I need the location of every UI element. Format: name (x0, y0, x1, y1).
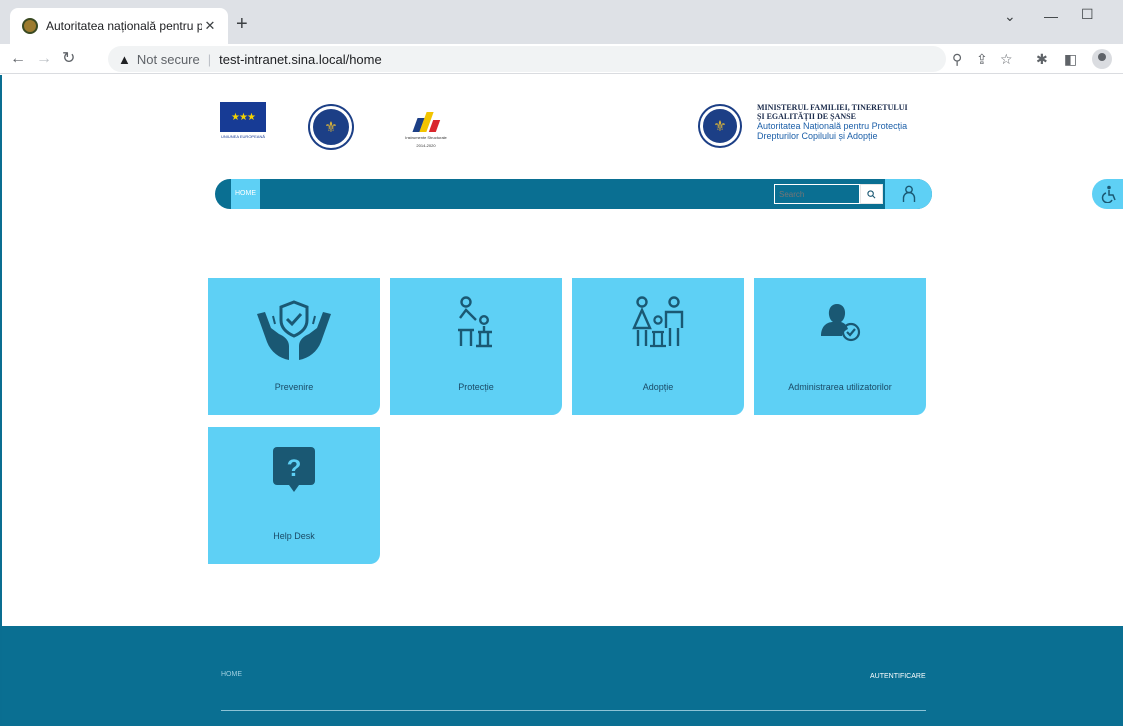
footer: HOME AUTENTIFICARE (2, 626, 1123, 726)
back-icon[interactable]: ← (10, 49, 26, 69)
side-panel-icon[interactable]: ◧ (1064, 49, 1077, 69)
pois-caption-1: Instrumente Structurale (405, 135, 447, 140)
tile-label: Administrarea utilizatorilor (788, 382, 892, 392)
user-icon (902, 185, 915, 202)
user-admin-icon (821, 304, 861, 342)
accessibility-button[interactable] (1092, 179, 1123, 209)
svg-text:?: ? (287, 455, 302, 482)
tile-help-desk[interactable]: ? Help Desk (208, 427, 380, 564)
tile-label: Help Desk (273, 531, 315, 541)
main-navbar: HOME (215, 179, 932, 209)
close-tab-icon[interactable]: ✕ (202, 18, 218, 34)
ministry-line-1: MINISTERUL FAMILIEI, TINERETULUI (757, 103, 908, 112)
extensions-icon[interactable]: ✱ (1036, 49, 1048, 69)
footer-home-link[interactable]: HOME (221, 671, 242, 678)
page: ★★★ UNIUNEA EUROPEANĂ ⚜ Instrumente Stru… (0, 75, 1123, 726)
authority-line-1: Autoritatea Națională pentru Protecția (757, 121, 908, 131)
nav-home-link[interactable]: HOME (231, 179, 260, 209)
search-icon (867, 189, 876, 198)
share-icon[interactable]: ⇪ (976, 49, 988, 69)
tile-label: Adopție (642, 382, 674, 392)
reload-icon[interactable]: ↻ (62, 49, 75, 69)
security-label[interactable]: Not secure (137, 52, 200, 67)
warning-icon[interactable]: ▲ (118, 52, 131, 67)
profile-avatar-icon[interactable] (1092, 49, 1112, 69)
adult-child-icon (458, 296, 492, 348)
eu-flag-icon: ★★★ (220, 102, 266, 132)
ministry-line-2: ȘI EGALITĂȚII DE ȘANSE (757, 112, 856, 121)
accessibility-icon (1101, 185, 1116, 203)
search-input[interactable] (774, 184, 860, 204)
ministry-seal-icon: ⚜ (700, 106, 740, 146)
tile-adoptie[interactable]: Adopție (572, 278, 744, 415)
url-text[interactable]: test-intranet.sina.local/home (219, 52, 382, 67)
tile-administrarea-utilizatorilor[interactable]: Administrarea utilizatorilor (754, 278, 926, 415)
family-icon (632, 296, 684, 348)
authority-line-2: Drepturilor Copilului și Adopție (757, 131, 878, 141)
structural-instruments-mark-icon (400, 104, 452, 132)
pois-caption-2: 2014-2020 (416, 143, 436, 148)
new-tab-icon[interactable]: + (236, 14, 248, 34)
eu-logo: ★★★ UNIUNEA EUROPEANĂ (220, 102, 266, 142)
address-bar[interactable]: ▲ Not secure | test-intranet.sina.local/… (108, 46, 946, 72)
browser-tab[interactable]: Autoritatea națională pentru prot ✕ (10, 8, 228, 44)
tile-label: Prevenire (274, 382, 314, 392)
tab-title: Autoritatea națională pentru prot (46, 19, 202, 33)
romanian-government-seal-icon: ⚜ (310, 106, 352, 148)
omnibox-divider: | (207, 51, 212, 67)
user-account-button[interactable] (885, 179, 932, 209)
maximize-icon[interactable]: ☐ (1081, 6, 1094, 23)
forward-icon[interactable]: → (36, 49, 52, 69)
footer-login-link[interactable]: AUTENTIFICARE (870, 673, 926, 680)
bookmark-star-icon[interactable]: ☆ (1000, 49, 1013, 69)
minimize-icon[interactable]: — (1044, 8, 1058, 24)
tile-protectie[interactable]: Protecție (390, 278, 562, 415)
ministry-title: MINISTERUL FAMILIEI, TINERETULUI ȘI EGAL… (757, 103, 942, 141)
browser-tabstrip: Autoritatea națională pentru prot ✕ + ⌄ … (0, 0, 1123, 44)
browser-toolbar: ← → ↻ ▲ Not secure | test-intranet.sina.… (0, 44, 1123, 74)
footer-divider (221, 710, 926, 711)
eu-caption: UNIUNEA EUROPEANĂ (220, 134, 265, 139)
site-favicon-icon (22, 18, 38, 34)
tab-search-chevron-icon[interactable]: ⌄ (1004, 8, 1016, 25)
hands-shield-icon (257, 300, 331, 360)
tile-prevenire[interactable]: Prevenire (208, 278, 380, 415)
search-button[interactable] (860, 184, 883, 204)
tile-label: Protecție (458, 382, 494, 392)
help-question-icon: ? (273, 447, 315, 492)
zoom-icon[interactable]: ⚲ (952, 49, 962, 69)
structural-instruments-logo: Instrumente Structurale 2014-2020 (400, 104, 452, 148)
